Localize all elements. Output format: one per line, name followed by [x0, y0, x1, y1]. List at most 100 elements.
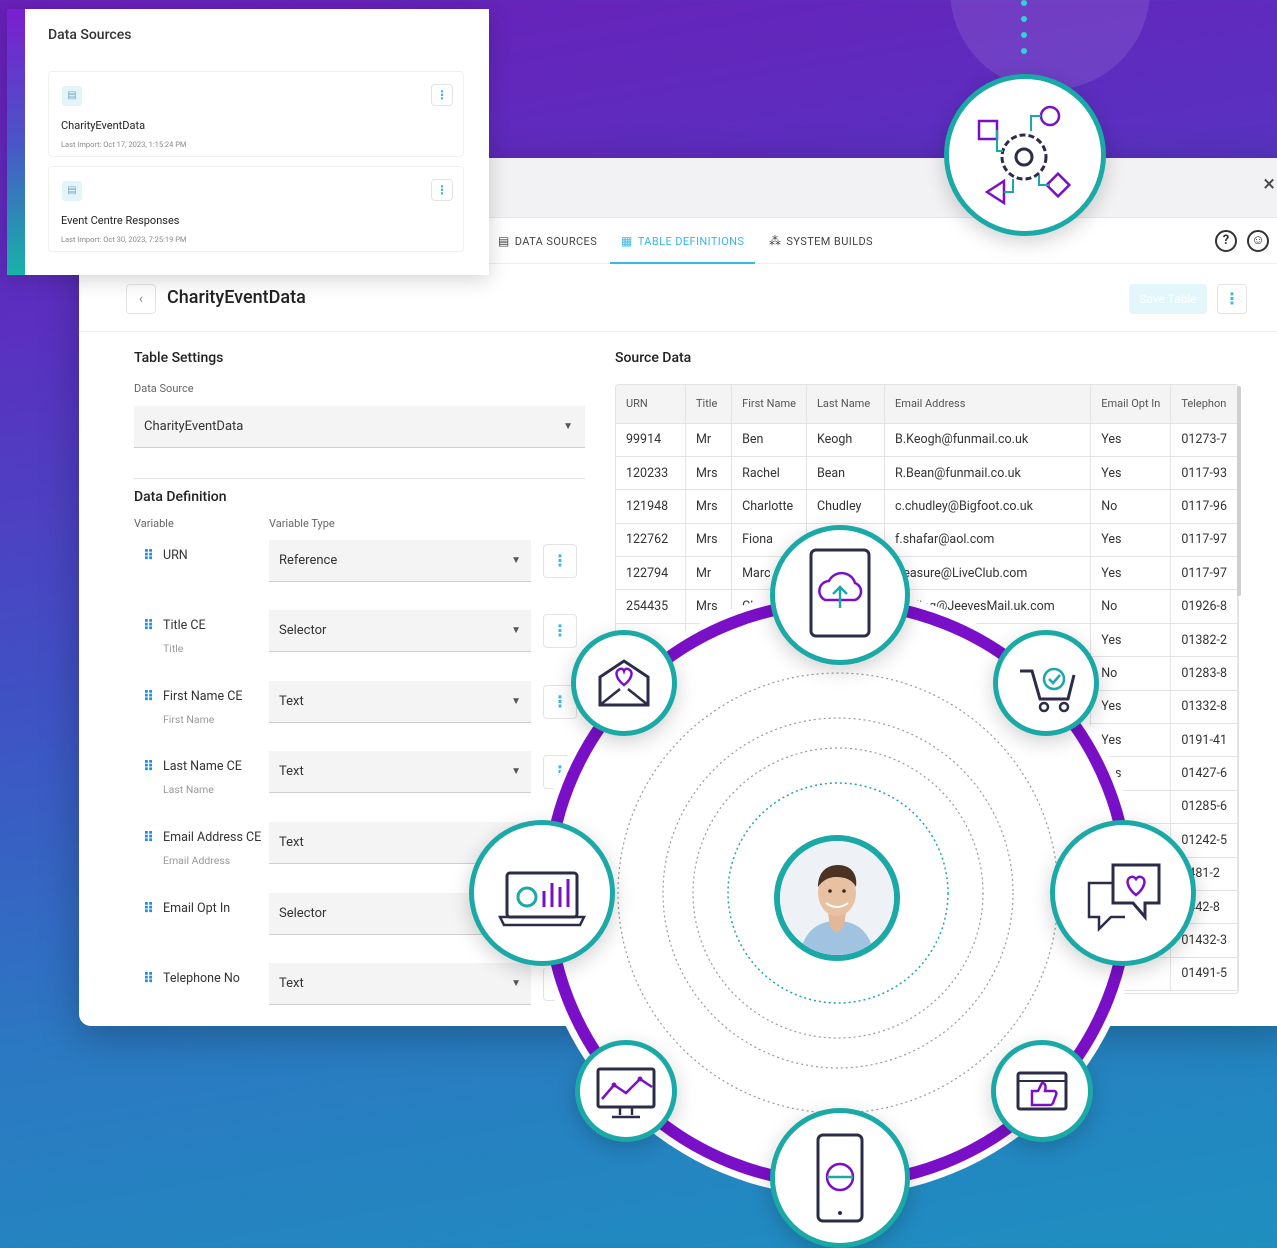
data-source-name: CharityEventData	[61, 119, 146, 132]
table-cell: 01285-6	[1170, 790, 1238, 825]
table-cell	[731, 790, 807, 825]
table-cell	[884, 756, 1092, 791]
table-cell	[806, 756, 886, 791]
table-row[interactable]: 541.comYes01382-2	[616, 623, 1238, 658]
table-cell	[731, 656, 807, 691]
data-source-item[interactable]: ▤ CharityEventData Last Import: Oct 17, …	[48, 71, 464, 157]
table-cell: 01283-8	[1170, 656, 1238, 691]
column-header[interactable]: Telephon	[1170, 385, 1238, 424]
avatar	[774, 835, 900, 961]
help-icon[interactable]: ?	[1215, 230, 1237, 252]
table-cell: 122794	[616, 556, 686, 591]
table-cell: Mrs	[685, 456, 733, 491]
table-cell	[685, 857, 733, 891]
drag-handle-icon[interactable]: ⠿	[143, 830, 154, 846]
table-cell: Yes	[1090, 456, 1172, 491]
table-cell	[685, 756, 733, 791]
table-cell: Bean	[806, 456, 886, 491]
drag-handle-icon[interactable]: ⠿	[143, 618, 154, 634]
column-header[interactable]: URN	[616, 385, 686, 424]
table-cell	[884, 957, 1092, 992]
column-header[interactable]: First Name	[731, 385, 807, 424]
drag-handle-icon[interactable]: ⠿	[143, 689, 154, 705]
automation-gear-icon	[944, 74, 1106, 236]
table-cell	[731, 957, 807, 992]
variable-type-select[interactable]: Text ▼	[269, 681, 531, 723]
table-cell: 0117-96	[1170, 489, 1238, 524]
table-cell	[616, 823, 686, 858]
table-row[interactable]: 254435 Mrs Cl oulding@JeevesMail.uk.com No 01…	[616, 589, 1238, 624]
variable-more-button[interactable]: ⋮	[543, 544, 577, 578]
table-cell	[616, 790, 686, 825]
table-cell: c.chudley@Bigfoot.co.uk	[884, 489, 1092, 524]
tab-system-builds[interactable]: ⁂ SYSTEM BUILDS	[769, 218, 873, 264]
table-cell: 0117-93	[1170, 456, 1238, 491]
table-cell: 0191-41	[1170, 723, 1238, 758]
table-cell	[731, 756, 807, 791]
back-button[interactable]: ‹	[126, 284, 156, 314]
drag-handle-icon[interactable]: ⠿	[143, 548, 154, 564]
table-row[interactable]: es 01285-6	[616, 790, 1238, 825]
more-options-button[interactable]: ⋮	[1217, 284, 1247, 314]
data-sources-title: Data Sources	[48, 27, 132, 43]
variable-more-button[interactable]: ⋮	[543, 755, 577, 789]
variable-type-select[interactable]: Reference ▼	[269, 540, 531, 582]
variable-type-select[interactable]: Text ▼	[269, 751, 531, 793]
chevron-down-icon: ▼	[511, 555, 521, 566]
page-title: CharityEventData	[167, 287, 306, 308]
table-cell	[616, 957, 686, 992]
tab-label: TABLE DEFINITIONS	[637, 235, 745, 248]
decorative-circle	[950, 0, 1150, 90]
table-cell: Keogh	[806, 423, 886, 457]
column-header[interactable]: Title	[685, 385, 733, 424]
table-cell	[685, 890, 733, 925]
save-table-button[interactable]: Save Table	[1129, 284, 1207, 314]
variable-row: ⠿ Telephone No Text ▼ ⋮	[133, 963, 593, 1023]
variable-more-button[interactable]: ⋮	[543, 967, 577, 1001]
dotted-connector	[1021, 0, 1027, 64]
table-cell	[685, 723, 733, 758]
table-row[interactable]: Yes 01332-8	[616, 690, 1238, 725]
column-header[interactable]: Email Opt In	[1090, 385, 1172, 424]
table-row[interactable]: No 01283-8	[616, 656, 1238, 691]
tab-table-definitions[interactable]: ▦ TABLE DEFINITIONS	[610, 218, 756, 264]
data-source-item[interactable]: ▤ Event Centre Responses Last Import: Oc…	[48, 166, 464, 252]
table-cell: oulding@JeevesMail.uk.com	[884, 589, 1092, 624]
divider	[134, 478, 585, 479]
variable-type-value: Text	[279, 835, 304, 850]
table-row[interactable]: 122794 Mr Marc treasure@LiveClub.com Yes 0117…	[616, 556, 1238, 591]
variable-header: Variable	[134, 517, 174, 530]
data-source-value: CharityEventData	[144, 419, 244, 434]
drag-handle-icon[interactable]: ⠿	[143, 759, 154, 775]
tab-data-sources[interactable]: ▤ DATA SOURCES	[498, 218, 597, 264]
table-row[interactable]: 99914 Mr Ben Keogh B.Keogh@funmail.co.uk Yes 0…	[616, 423, 1238, 457]
user-icon[interactable]: ☺	[1247, 230, 1269, 252]
table-row[interactable]: Yes 0191-41	[616, 723, 1238, 758]
table-row[interactable]: 120233 Mrs Rachel Bean R.Bean@funmail.co.uk Y…	[616, 456, 1238, 491]
drag-handle-icon[interactable]: ⠿	[143, 901, 154, 917]
more-options-button[interactable]: ⋮	[431, 179, 453, 201]
table-row[interactable]: 122762 Mrs Fiona f.shafar@aol.com Yes 0117-97	[616, 523, 1238, 558]
data-source-name: Event Centre Responses	[61, 214, 180, 227]
table-cell	[685, 690, 733, 725]
variable-type-header: Variable Type	[269, 517, 335, 530]
table-row[interactable]: 121948 Mrs Charlotte Chudley c.chudley@Bigfo…	[616, 489, 1238, 524]
data-source-select[interactable]: CharityEventData ▼	[134, 406, 585, 448]
variable-type-select[interactable]: Text ▼	[269, 963, 531, 1005]
table-cell: 01427-6	[1170, 756, 1238, 791]
variable-more-button[interactable]: ⋮	[543, 614, 577, 648]
column-header[interactable]: Last Name	[806, 385, 886, 424]
variable-name: URN	[163, 548, 188, 563]
column-header[interactable]: Email Address	[884, 385, 1092, 424]
drag-handle-icon[interactable]: ⠿	[143, 971, 154, 987]
table-cell	[685, 623, 733, 658]
table-cell: Yes	[1090, 623, 1172, 658]
hierarchy-icon: ⁂	[769, 234, 782, 248]
table-row[interactable]: Yes 01427-6	[616, 756, 1238, 791]
table-scrollbar[interactable]	[1237, 386, 1241, 596]
table-cell	[616, 923, 686, 958]
table-cell	[616, 756, 686, 791]
more-options-button[interactable]: ⋮	[431, 84, 453, 106]
variable-type-select[interactable]: Selector ▼	[269, 610, 531, 652]
close-icon[interactable]: ×	[1263, 172, 1275, 197]
